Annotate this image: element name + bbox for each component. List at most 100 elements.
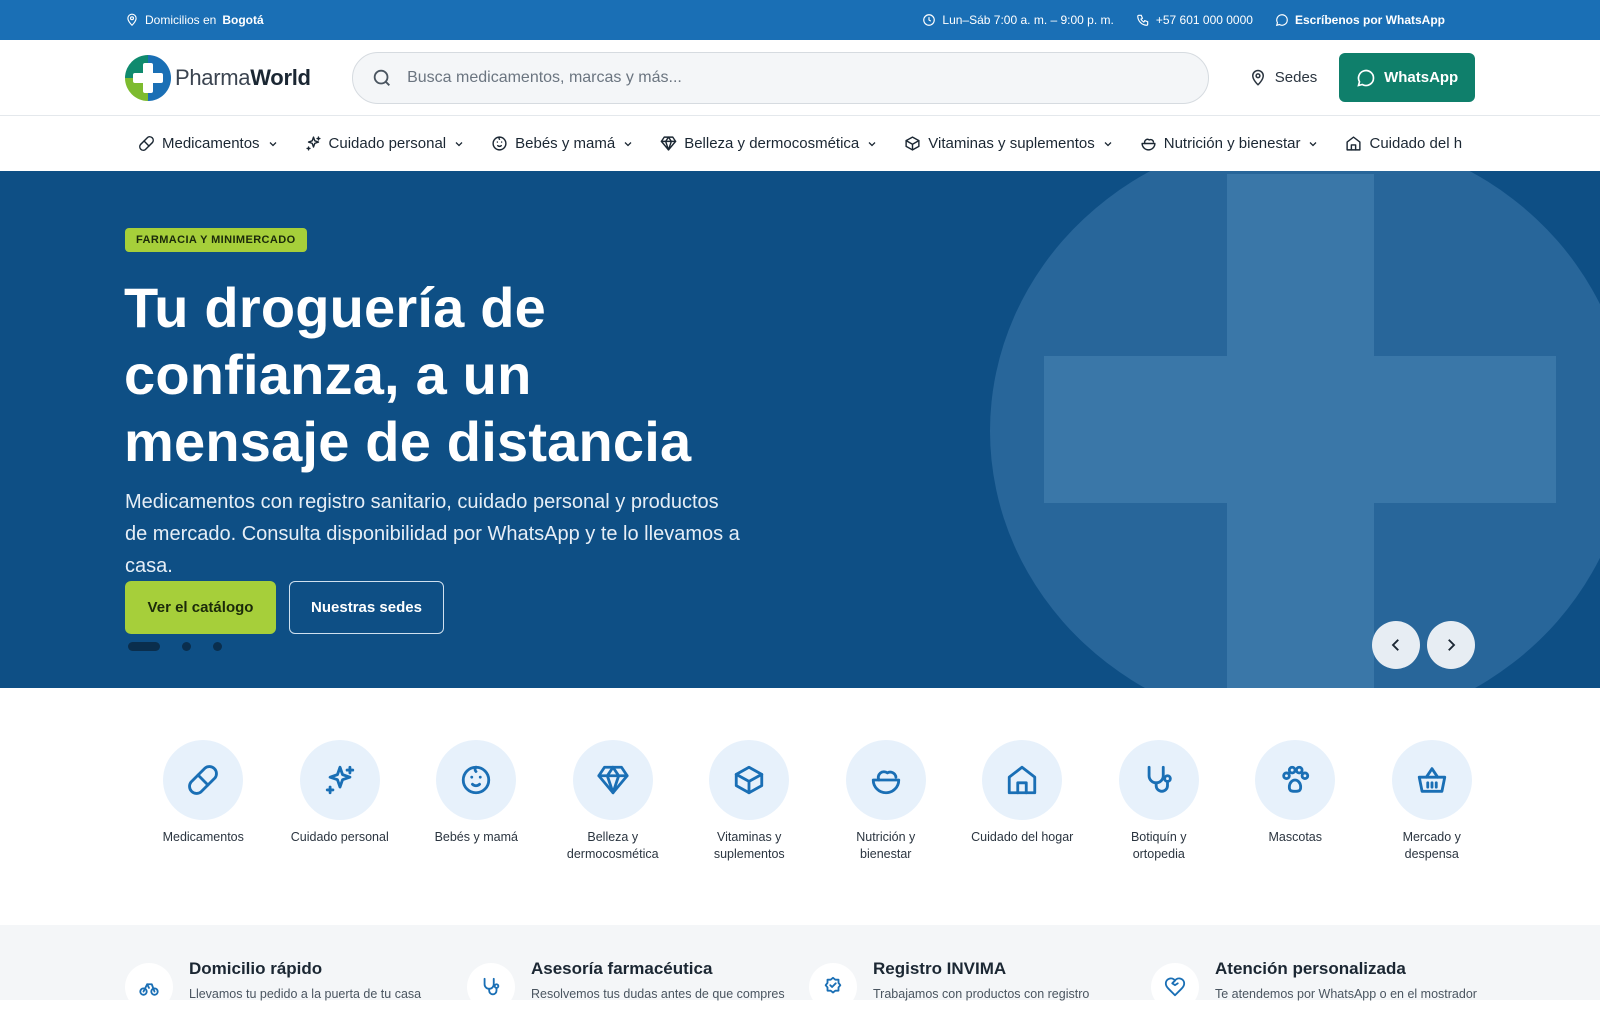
category-card[interactable]: Cuidado del hogar [954, 740, 1091, 863]
nav-item-label[interactable]: Nutrición y bienestar [1164, 135, 1301, 152]
feature-icon-circle [809, 963, 857, 1011]
category-label: Bebés y mamá [434, 830, 518, 844]
feature-icon-circle [1151, 963, 1199, 1011]
bike-icon [139, 983, 159, 996]
search-icon [373, 69, 391, 86]
category-label: Medicamentos [162, 830, 244, 844]
nav-item-6[interactable]: Nutrición y bienestar [1127, 135, 1333, 152]
catalog-button[interactable]: Ver el catálogo [125, 581, 276, 634]
nav-item-1[interactable]: Medicamentos [125, 135, 292, 152]
chevron-down-icon [624, 141, 632, 146]
category-icon-circle[interactable] [1391, 740, 1472, 820]
nav-item-5[interactable]: Vitaminas y suplementos [891, 135, 1126, 152]
nav-item-4[interactable]: Belleza y dermocosmética [647, 135, 891, 152]
category-label: Botiquín y ortopedia [1130, 830, 1187, 861]
hero-subtitle: Medicamentos con registro sanitario, cui… [125, 491, 740, 577]
category-icon-circle[interactable] [572, 740, 653, 820]
category-label: Nutrición y bienestar [856, 830, 916, 861]
category-icon-circle[interactable] [1118, 740, 1199, 820]
carousel-dots [128, 642, 222, 651]
sedes-button[interactable]: Nuestras sedes [289, 581, 444, 634]
category-icon-circle[interactable] [299, 740, 380, 820]
delivery-city: Bogotá [222, 13, 264, 27]
category-card[interactable]: Cuidado personal [272, 740, 409, 863]
nav-item-label[interactable]: Cuidado personal [329, 135, 447, 152]
chevron-down-icon [455, 141, 463, 146]
category-label: Cuidado del hogar [971, 830, 1074, 844]
delivery-location: Domicilios en Bogotá [125, 13, 264, 27]
carousel-next-button[interactable] [1427, 621, 1475, 669]
map-pin-icon [1251, 69, 1264, 86]
feature-title: Registro INVIMA [873, 959, 1007, 978]
nav-item-label[interactable]: Belleza y dermocosmética [684, 135, 859, 152]
category-card[interactable]: Mascotas [1227, 740, 1364, 863]
feature-desc: Resolvemos tus dudas antes de que compre… [531, 987, 785, 1001]
stethoscope-icon [1147, 765, 1172, 793]
carousel-prev-button[interactable] [1372, 621, 1420, 669]
category-card[interactable]: Medicamentos [135, 740, 272, 863]
category-icon-circle[interactable] [982, 740, 1063, 820]
whatsapp-top-link[interactable]: Escríbenos por WhatsApp [1275, 13, 1445, 27]
category-icon-circle[interactable] [436, 740, 517, 820]
baby-icon [462, 765, 491, 795]
whatsapp-button-label[interactable]: WhatsApp [1384, 69, 1458, 86]
category-card[interactable]: Belleza y dermocosmética [545, 740, 682, 863]
carousel-dot-3[interactable] [213, 642, 222, 651]
nav-item-2[interactable]: Cuidado personal [292, 135, 479, 152]
category-label: Belleza y dermocosmética [566, 830, 659, 861]
sedes-link[interactable]: Sedes [1249, 69, 1318, 87]
nav-item-label[interactable]: Vitaminas y suplementos [928, 135, 1094, 152]
hero-banner: FARMACIA Y MINIMERCADO Tu droguería de c… [0, 171, 1600, 688]
category-icon-circle[interactable] [845, 740, 926, 820]
nav-item-label[interactable]: Bebés y mamá [515, 135, 615, 152]
features-strip: Domicilio rápido Llevamos tu pedido a la … [0, 925, 1600, 1011]
category-card[interactable]: Botiquín y ortopedia [1091, 740, 1228, 863]
sparkles-icon [325, 765, 354, 795]
top-bar: Domicilios en Bogotá Lun–Sáb 7:00 a. m. … [0, 0, 1600, 40]
logo-text: PharmaWorld [175, 65, 311, 91]
phone-link[interactable]: +57 601 000 0000 [1136, 13, 1253, 27]
search-bar[interactable] [352, 51, 1209, 104]
category-nav: Medicamentos Cuidado personal Bebés y mamá… [125, 116, 1475, 171]
box-icon [735, 765, 764, 795]
category-icon-circle[interactable] [709, 740, 790, 820]
message-circle-icon [1357, 69, 1375, 87]
feature-item: Registro INVIMA Trabajamos con productos … [809, 925, 1151, 1011]
category-card[interactable]: Nutrición y bienestar [818, 740, 955, 863]
category-label: Mascotas [1268, 830, 1323, 844]
main-header: PharmaWorld Sedes WhatsApp [0, 40, 1600, 116]
feature-desc: Trabajamos con productos con registro [873, 987, 1090, 1001]
category-card[interactable]: Vitaminas y suplementos [681, 740, 818, 863]
feature-title: Atención personalizada [1215, 959, 1406, 978]
chevron-down-icon [1104, 141, 1112, 146]
category-icon-circle[interactable] [1255, 740, 1336, 820]
feature-title: Domicilio rápido [189, 959, 323, 978]
pill-icon [188, 765, 219, 795]
category-card[interactable]: Bebés y mamá [408, 740, 545, 863]
nav-item-3[interactable]: Bebés y mamá [478, 135, 647, 152]
phone-text[interactable]: +57 601 000 0000 [1156, 13, 1253, 27]
category-label: Mercado y despensa [1402, 830, 1461, 861]
salad-icon [1141, 138, 1156, 151]
logo[interactable]: PharmaWorld [125, 54, 327, 101]
chevron-left-icon [1391, 639, 1399, 651]
feature-icon-circle [467, 963, 515, 1011]
carousel-dot-1[interactable] [128, 642, 160, 651]
home-icon [1346, 136, 1362, 151]
sedes-label[interactable]: Sedes [1275, 69, 1318, 86]
whatsapp-button[interactable]: WhatsApp [1339, 53, 1475, 102]
message-circle-icon [1275, 14, 1288, 27]
hero-title: Tu droguería de confianza, a un mensaje … [124, 276, 692, 473]
category-card[interactable]: Mercado y despensa [1364, 740, 1501, 863]
nav-item-7[interactable]: Cuidado del h [1332, 135, 1475, 152]
whatsapp-top-text[interactable]: Escríbenos por WhatsApp [1295, 13, 1445, 27]
hero-cross-icon-bar [1044, 356, 1556, 503]
nav-item-label[interactable]: Cuidado del h [1369, 135, 1462, 152]
chevron-down-icon [1310, 141, 1317, 146]
category-icon-circle[interactable] [163, 740, 244, 820]
phone-icon [1137, 14, 1149, 26]
carousel-dot-2[interactable] [182, 642, 191, 651]
chevron-down-icon [269, 141, 276, 146]
nav-item-label[interactable]: Medicamentos [162, 135, 260, 152]
search-input[interactable] [407, 68, 1188, 87]
